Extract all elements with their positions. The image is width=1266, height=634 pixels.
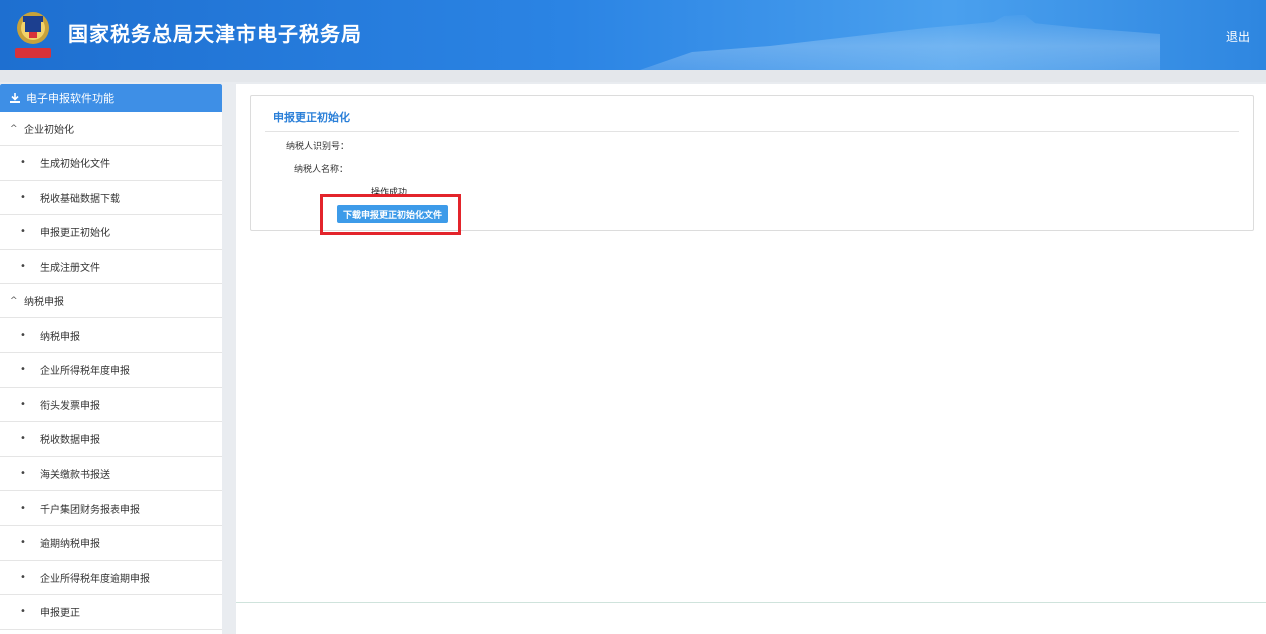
- bullet-icon: •: [20, 398, 26, 410]
- sidebar-item-label: 纳税申报: [40, 331, 80, 343]
- sidebar-item-label: 企业所得税年度逾期申报: [40, 573, 150, 585]
- site-title: 国家税务总局天津市电子税务局: [68, 22, 362, 46]
- sidebar-item-label: 衔头发票申报: [40, 400, 100, 412]
- sidebar-item-label: 生成初始化文件: [40, 159, 110, 171]
- taxpayer-id-label: 纳税人识别号：: [286, 142, 350, 152]
- sidebar-item-annual-income-tax[interactable]: • 企业所得税年度申报: [0, 353, 222, 388]
- bullet-icon: •: [20, 502, 26, 514]
- bullet-icon: •: [20, 157, 26, 169]
- sidebar-item-invoice-filing[interactable]: • 衔头发票申报: [0, 388, 222, 423]
- sidebar-item-correction-init[interactable]: • 申报更正初始化: [0, 215, 222, 250]
- sidebar-item-generate-registration-file[interactable]: • 生成注册文件: [0, 250, 222, 285]
- sidebar-group-label: 纳税申报: [24, 297, 64, 309]
- sidebar-item-label: 海关缴款书报送: [40, 470, 110, 482]
- content-bottom-divider: [236, 602, 1266, 603]
- bullet-icon: •: [20, 571, 26, 583]
- sidebar-item-customs-payment[interactable]: • 海关缴款书报送: [0, 457, 222, 492]
- download-icon: [10, 93, 20, 103]
- sidebar-item-label: 生成注册文件: [40, 263, 100, 275]
- bullet-icon: •: [20, 537, 26, 549]
- sidebar-item-generate-init-file[interactable]: • 生成初始化文件: [0, 146, 222, 181]
- great-wall-banner-graphic: [640, 14, 1160, 70]
- sidebar-item-tax-data-filing[interactable]: • 税收数据申报: [0, 422, 222, 457]
- bullet-icon: •: [20, 191, 26, 203]
- sidebar-item-label: 申报更正: [40, 608, 80, 620]
- chevron-up-icon: ^: [10, 123, 18, 134]
- sidebar-item-label: 逾期纳税申报: [40, 539, 100, 551]
- panel-divider: [265, 131, 1239, 132]
- sidebar-item-label: 税收基础数据下载: [40, 193, 120, 205]
- sidebar-item-label: 企业所得税年度申报: [40, 366, 130, 378]
- sidebar-item-label: 税收数据申报: [40, 435, 100, 447]
- main-content: 申报更正初始化 纳税人识别号： 纳税人名称： 操作成功 下载申报更正初始化文件: [236, 84, 1266, 634]
- bullet-icon: •: [20, 468, 26, 480]
- top-header: 国家税务总局天津市电子税务局 退出: [0, 0, 1266, 70]
- bullet-icon: •: [20, 364, 26, 376]
- sidebar-item-tax-base-data-download[interactable]: • 税收基础数据下载: [0, 181, 222, 216]
- sidebar-group-label: 企业初始化: [24, 125, 74, 136]
- sidebar: 电子申报软件功能 ^ 企业初始化 • 生成初始化文件 • 税收基础数据下载 • …: [0, 84, 222, 634]
- sidebar-item-tax-filing[interactable]: • 纳税申报: [0, 318, 222, 353]
- sidebar-item-label: 申报更正初始化: [40, 228, 110, 240]
- sidebar-group-enterprise-init[interactable]: ^ 企业初始化: [0, 112, 222, 146]
- sidebar-group-tax-filing[interactable]: ^ 纳税申报: [0, 284, 222, 319]
- sidebar-header[interactable]: 电子申报软件功能: [0, 84, 222, 112]
- bullet-icon: •: [20, 329, 26, 341]
- chevron-up-icon: ^: [10, 295, 18, 306]
- header-divider: [0, 70, 1266, 82]
- sidebar-item-label: 千户集团财务报表申报: [40, 504, 140, 516]
- logout-link[interactable]: 退出: [1226, 28, 1250, 45]
- sidebar-item-annual-overdue-filing[interactable]: • 企业所得税年度逾期申报: [0, 561, 222, 596]
- bullet-icon: •: [20, 433, 26, 445]
- bullet-icon: •: [20, 226, 26, 238]
- sidebar-item-filing-correction[interactable]: • 申报更正: [0, 595, 222, 630]
- sidebar-header-label: 电子申报软件功能: [26, 92, 114, 105]
- bullet-icon: •: [20, 606, 26, 618]
- tax-emblem-icon: [15, 12, 51, 58]
- bullet-icon: •: [20, 261, 26, 273]
- sidebar-item-group-financial-report[interactable]: • 千户集团财务报表申报: [0, 491, 222, 526]
- taxpayer-name-label: 纳税人名称：: [294, 165, 349, 175]
- sidebar-item-overdue-filing[interactable]: • 逾期纳税申报: [0, 526, 222, 561]
- panel-title: 申报更正初始化: [273, 111, 350, 124]
- highlight-annotation-box: [320, 194, 461, 235]
